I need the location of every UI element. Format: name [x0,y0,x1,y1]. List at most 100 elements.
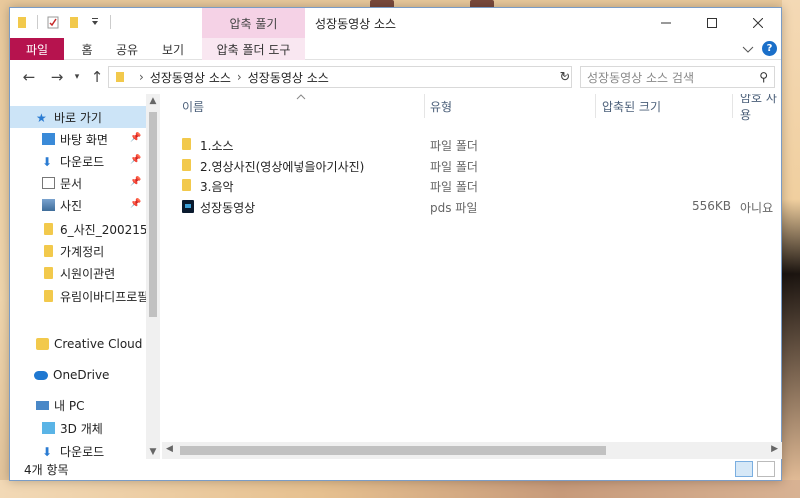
minimize-button[interactable] [643,8,689,38]
column-separator[interactable] [424,94,425,118]
maximize-button[interactable] [689,8,735,38]
navigation-pane: ★ 바로 가기 바탕 화면 📌 ⬇ 다운로드 📌 문서 📌 사진 📌 6_사진_… [10,94,160,459]
item-count: 4개 항목 [24,463,69,477]
pin-icon[interactable]: 📌 [130,199,141,209]
scroll-right-icon[interactable]: ▶ [771,444,778,454]
search-input[interactable]: 성장동영상 소스 검색 ⚲ [580,66,775,88]
nav-item-label: 바로 가기 [54,110,102,125]
folder-icon [44,290,53,302]
sort-ascending-icon [296,94,306,100]
nav-item-label: 유림이바디프로필 [60,289,149,304]
large-icons-view-icon[interactable] [757,461,775,477]
file-row[interactable]: 2.영상사진(영상에넣을아기사진) 파일 폴더 [162,155,782,175]
search-icon: ⚲ [759,70,768,84]
status-bar: 4개 항목 [10,458,781,480]
download-icon: ⬇ [42,155,53,169]
back-button[interactable]: ← [20,68,38,86]
close-icon [753,18,763,28]
details-view-icon[interactable] [735,461,753,477]
pin-icon[interactable]: 📌 [130,133,141,143]
scrollbar-thumb[interactable] [149,112,157,317]
navigation-scrollbar[interactable]: ▲ ▼ [146,94,160,459]
nav-item-label: 사진 [60,198,83,213]
desktop-background-bottom [0,480,800,498]
breadcrumb-item[interactable]: 성장동영상 소스 [248,69,329,86]
3d-objects-icon [42,422,55,434]
file-size: 556KB [692,199,732,213]
window-title: 성장동영상 소스 [315,17,397,31]
forward-button[interactable]: → [48,68,66,86]
nav-item-label: 바탕 화면 [60,132,108,147]
column-header-name[interactable]: 이름 [182,94,204,118]
folder-icon[interactable] [16,16,28,29]
file-name: 성장동영상 [200,201,256,215]
column-separator[interactable] [595,94,596,118]
column-separator[interactable] [732,94,733,118]
nav-folder[interactable]: 가계정리 [10,240,104,262]
tab-share[interactable]: 공유 [110,38,144,60]
folder-icon [44,245,53,257]
nav-item-label: 내 PC [54,398,85,413]
recent-locations-button[interactable]: ▾ [68,72,86,82]
breadcrumb-item[interactable]: 성장동영상 소스 [150,69,231,86]
pin-icon[interactable]: 📌 [130,155,141,165]
nav-this-pc[interactable]: 내 PC [10,394,84,416]
column-header-password[interactable]: 암호 사용 [740,94,782,122]
search-placeholder: 성장동영상 소스 검색 [587,70,694,85]
close-button[interactable] [735,8,781,38]
file-row[interactable]: 성장동영상 pds 파일 556KB 아니요 [162,196,782,216]
nav-3d-objects[interactable]: 3D 개체 [10,417,103,439]
properties-icon[interactable] [47,16,59,29]
new-folder-icon[interactable] [68,16,80,29]
ribbon-tabs: 파일 홈 공유 보기 압축 폴더 도구 ? [10,38,781,60]
nav-item-label: 문서 [60,176,83,191]
nav-desktop[interactable]: 바탕 화면 [10,128,108,150]
refresh-button[interactable]: ↻ [556,66,574,88]
nav-pictures[interactable]: 사진 [10,194,82,216]
nav-folder[interactable]: 유림이바디프로필 [10,285,148,307]
horizontal-scrollbar[interactable]: ◀ ▶ [162,442,782,459]
tab-file[interactable]: 파일 [10,38,64,60]
address-bar[interactable]: › 성장동영상 소스 › 성장동영상 소스 ⌄ [108,66,572,88]
file-row[interactable]: 1.소스 파일 폴더 [162,134,782,154]
up-button[interactable]: ↑ [88,68,106,86]
tab-compressed-folder-tools[interactable]: 압축 폴더 도구 [202,38,305,60]
desktop-background-right [782,0,800,498]
file-name: 2.영상사진(영상에넣을아기사진) [200,160,365,174]
file-password: 아니요 [740,201,774,215]
scrollbar-thumb[interactable] [180,446,606,455]
window-controls [643,8,781,38]
toolbar-separator [37,15,38,29]
pin-icon[interactable]: 📌 [130,177,141,187]
onedrive-icon [34,370,48,380]
file-row[interactable]: 3.음악 파일 폴더 [162,175,782,195]
nav-documents[interactable]: 문서 [10,172,82,194]
nav-downloads[interactable]: ⬇ 다운로드 [10,150,104,172]
nav-creative-cloud[interactable]: Creative Cloud Files [10,333,160,355]
customize-toolbar-icon[interactable] [89,16,101,29]
nav-item-label: OneDrive [53,368,110,382]
scroll-left-icon[interactable]: ◀ [166,444,173,454]
folder-icon [182,179,191,191]
chevron-down-icon[interactable] [742,44,754,54]
tab-view[interactable]: 보기 [156,38,190,60]
nav-downloads-pc[interactable]: ⬇ 다운로드 [10,440,104,460]
nav-item-label: 6_사진_200215 [60,222,148,237]
nav-item-label: 가계정리 [60,244,105,259]
column-header-compressed-size[interactable]: 압축된 크기 [602,94,661,118]
scroll-down-icon[interactable]: ▼ [146,447,160,457]
column-header-type[interactable]: 유형 [430,94,452,118]
help-icon[interactable]: ? [762,41,777,56]
nav-folder[interactable]: 시원이관련 [10,262,115,284]
file-list: 이름 유형 압축된 크기 암호 사용 1.소스 파일 폴더 2.영상사진(영상에… [162,94,782,442]
nav-item-label: Creative Cloud Files [54,337,160,351]
scroll-up-icon[interactable]: ▲ [146,96,160,106]
tab-home[interactable]: 홈 [72,38,102,60]
nav-onedrive[interactable]: OneDrive [10,364,109,386]
nav-quick-access[interactable]: ★ 바로 가기 [10,106,146,128]
file-type: 파일 폴더 [430,139,478,153]
file-explorer-window: 압축 풀기 성장동영상 소스 파일 홈 공유 보기 압축 폴더 도구 ? ← →… [9,7,782,481]
folder-icon [44,267,53,279]
nav-folder[interactable]: 6_사진_200215 [10,218,148,240]
file-type: pds 파일 [430,201,478,215]
